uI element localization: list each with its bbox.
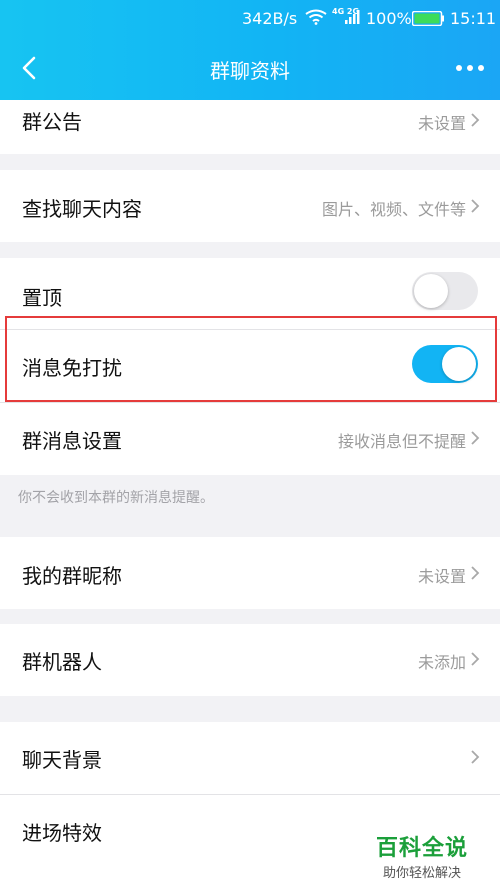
chevron-right-icon: [471, 750, 480, 764]
switch-knob: [414, 274, 448, 308]
more-dot: [467, 65, 473, 71]
row-label: 群公告: [22, 110, 82, 134]
more-dot: [478, 65, 484, 71]
watermark-slogan: 助你轻松解决: [383, 866, 462, 881]
row-search-chat[interactable]: 查找聊天内容 图片、视频、文件等: [0, 170, 500, 242]
highlight-box: [5, 316, 497, 402]
row-label: 置顶: [22, 286, 62, 310]
pin-top-switch[interactable]: [412, 272, 478, 310]
mute-hint: 你不会收到本群的新消息提醒。: [18, 490, 214, 506]
wifi-icon: [305, 9, 327, 25]
row-label: 查找聊天内容: [22, 197, 142, 221]
row-background[interactable]: 聊天背景: [0, 722, 500, 794]
row-label: 我的群昵称: [22, 564, 122, 588]
row-label: 群机器人: [22, 650, 102, 674]
battery-icon: [412, 11, 444, 26]
clock: 15:11: [450, 9, 497, 28]
signal-icon: [345, 10, 360, 24]
row-robot[interactable]: 群机器人 未添加: [0, 624, 500, 696]
chevron-right-icon: [471, 566, 480, 580]
row-msg-settings[interactable]: 群消息设置 接收消息但不提醒: [0, 403, 500, 475]
status-bar: 342B/s 4G 2G 100% 15:11: [0, 0, 500, 36]
row-value: 未设置: [417, 567, 466, 586]
row-label: 进场特效: [22, 821, 102, 845]
page-title: 群聊资料: [210, 59, 290, 83]
row-value: 未设置: [417, 114, 466, 133]
chevron-right-icon: [471, 431, 480, 445]
row-label: 群消息设置: [22, 429, 122, 453]
chevron-right-icon: [471, 113, 480, 127]
row-nickname[interactable]: 我的群昵称 未设置: [0, 537, 500, 609]
chevron-right-icon: [471, 199, 480, 213]
row-label: 聊天背景: [22, 748, 102, 772]
row-value: 未添加: [417, 653, 466, 672]
watermark-logo: 百科全说: [376, 836, 469, 861]
more-dots-icon: [456, 65, 462, 71]
row-announcement[interactable]: 群公告 未设置: [0, 100, 500, 154]
battery-percent: 100%: [366, 9, 412, 28]
net-speed: 342B/s: [242, 9, 298, 28]
chevron-right-icon: [471, 652, 480, 666]
more-button[interactable]: [450, 56, 490, 80]
app-header: 342B/s 4G 2G 100% 15:11 群聊资料: [0, 0, 500, 100]
row-value: 接收消息但不提醒: [337, 432, 466, 451]
row-value: 图片、视频、文件等: [321, 200, 466, 219]
